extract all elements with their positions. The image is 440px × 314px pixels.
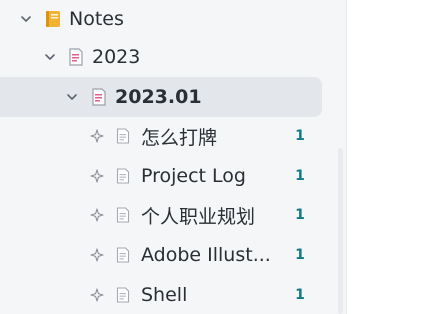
note-count-badge: 1 [295, 207, 305, 223]
chevron-down-icon[interactable] [66, 91, 78, 103]
note-count-badge: 1 [295, 128, 305, 144]
pin-icon[interactable] [89, 168, 105, 184]
chevron-down-icon[interactable] [44, 51, 56, 63]
note-icon [115, 246, 131, 264]
tree-item-label: 2023.01 [115, 86, 202, 108]
notebook-icon [45, 10, 61, 28]
note-title: 个人职业规划 [141, 205, 256, 228]
note-icon [115, 206, 131, 224]
notes-sidebar: Notes 2023 2023.01 怎么打牌 1 Project Log 1 … [0, 0, 347, 314]
scrollbar[interactable] [338, 148, 343, 314]
chevron-down-icon[interactable] [20, 13, 32, 25]
note-title: Shell [141, 284, 188, 306]
note-count-badge: 1 [295, 168, 305, 184]
pin-icon[interactable] [89, 247, 105, 263]
note-count-badge: 1 [295, 287, 305, 303]
note-item[interactable]: Project Log 1 [0, 157, 322, 195]
tree-item-2023[interactable]: 2023 [0, 38, 322, 76]
pin-icon[interactable] [89, 207, 105, 223]
pin-icon[interactable] [89, 287, 105, 303]
tree-item-label: 2023 [92, 46, 141, 68]
tree-item-2023-01[interactable]: 2023.01 [0, 77, 322, 117]
note-item[interactable]: 个人职业规划 1 [0, 196, 322, 234]
note-title: Project Log [141, 165, 246, 187]
tree-item-notes[interactable]: Notes [0, 0, 322, 38]
content-area [347, 0, 440, 314]
note-item[interactable]: Shell 1 [0, 276, 322, 314]
document-icon [68, 48, 84, 66]
note-title: 怎么打牌 [141, 126, 218, 149]
note-icon [115, 167, 131, 185]
pin-icon[interactable] [89, 128, 105, 144]
document-icon [91, 88, 107, 106]
note-title: Adobe Illust... [141, 244, 271, 266]
note-icon [115, 286, 131, 304]
note-item[interactable]: Adobe Illust... 1 [0, 236, 322, 274]
tree-item-label: Notes [69, 8, 124, 30]
note-count-badge: 1 [295, 247, 305, 263]
note-icon [115, 127, 131, 145]
note-item[interactable]: 怎么打牌 1 [0, 117, 322, 155]
